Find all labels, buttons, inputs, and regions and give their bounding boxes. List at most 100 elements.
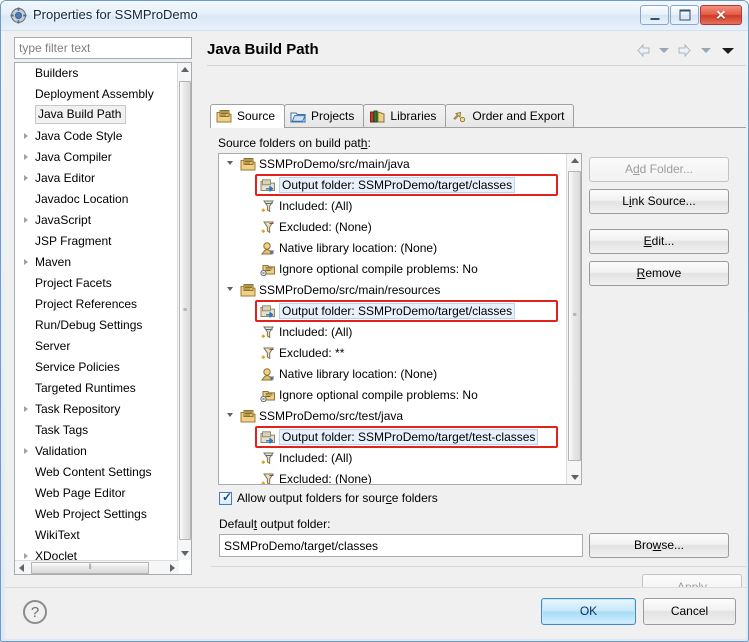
category-tree-horizontal-scrollbar[interactable]: ⦀ [15, 560, 179, 574]
sidebar-item-jsp-fragment[interactable]: JSP Fragment [15, 231, 179, 252]
default-output-label-pre: Defaul [219, 517, 254, 531]
scroll-down-icon[interactable] [181, 551, 189, 556]
sidebar-item-server[interactable]: Server [15, 336, 179, 357]
maximize-button[interactable] [670, 5, 699, 25]
filter-input[interactable] [14, 37, 192, 59]
scroll-up-icon[interactable] [570, 158, 579, 163]
sidebar-item-run-debug-settings[interactable]: Run/Debug Settings [15, 315, 179, 336]
expand-arrow-icon[interactable] [24, 553, 28, 559]
expand-arrow-icon[interactable] [24, 259, 28, 265]
sidebar-item-project-references[interactable]: Project References [15, 294, 179, 315]
default-output-folder-label: Default output folder: [219, 517, 330, 531]
expand-arrow-icon[interactable] [24, 406, 28, 412]
tree-row[interactable]: SSMProDemo/src/test/java [219, 406, 567, 427]
tree-row[interactable]: Excluded: (None) [219, 469, 567, 485]
tree-row[interactable]: Ignore optional compile problems: No [219, 259, 567, 280]
source-folders-tree[interactable]: SSMProDemo/src/main/java Output folder: S… [218, 153, 582, 485]
expand-arrow-icon[interactable] [24, 217, 28, 223]
tree-row[interactable]: Included: (All) [219, 196, 567, 217]
back-history-chevron-down-icon[interactable] [658, 48, 669, 54]
sidebar-item-web-page-editor[interactable]: Web Page Editor [15, 483, 179, 504]
tab-source[interactable]: Source [210, 104, 286, 128]
collapse-triangle-icon[interactable] [227, 413, 233, 417]
tree-row[interactable]: SSMProDemo/src/main/resources [219, 280, 567, 301]
scrollbar-thumb-h[interactable]: ⦀ [31, 562, 149, 574]
settings-category-tree[interactable]: Builders Deployment Assembly Java Build Pa… [14, 62, 192, 575]
default-output-folder-input[interactable] [219, 534, 583, 557]
sidebar-item-java-build-path[interactable]: Java Build Path [35, 105, 127, 124]
output-folder-row[interactable]: Output folder: SSMProDemo/target/classes [219, 175, 567, 196]
sidebar-item-javadoc-location[interactable]: Javadoc Location [15, 189, 179, 210]
expand-arrow-icon[interactable] [24, 154, 28, 160]
tree-row-label: Output folder: SSMProDemo/target/test-cl… [279, 429, 539, 445]
expand-arrow-icon[interactable] [24, 448, 28, 454]
sidebar-item-java-compiler[interactable]: Java Compiler [15, 147, 179, 168]
sidebar-item-deployment-assembly[interactable]: Deployment Assembly [15, 84, 179, 105]
scroll-down-icon[interactable] [570, 475, 579, 480]
sidebar-item-targeted-runtimes[interactable]: Targeted Runtimes [15, 378, 179, 399]
close-button[interactable]: ✕ [700, 5, 742, 25]
native-library-icon [260, 367, 276, 382]
forward-arrow-icon[interactable] [676, 43, 693, 58]
output-folder-icon [260, 304, 276, 319]
sidebar-item-builders[interactable]: Builders [15, 63, 179, 84]
tree-row[interactable]: Excluded: ** [219, 343, 567, 364]
sidebar-item-java-code-style[interactable]: Java Code Style [15, 126, 179, 147]
collapse-triangle-icon[interactable] [227, 287, 233, 291]
back-arrow-icon[interactable] [635, 43, 652, 58]
expand-arrow-icon[interactable] [24, 175, 28, 181]
tab-projects[interactable]: Projects [284, 104, 365, 128]
sidebar-item-label: Web Page Editor [35, 486, 126, 500]
button-label-pre: A [624, 162, 633, 176]
source-folders-vertical-scrollbar[interactable]: ≡ [566, 154, 581, 484]
scroll-up-icon[interactable] [181, 67, 189, 72]
minimize-button[interactable] [640, 5, 669, 25]
source-folder-icon [240, 283, 256, 298]
sidebar-item-project-facets[interactable]: Project Facets [15, 273, 179, 294]
category-tree-vertical-scrollbar[interactable]: ≡ [177, 63, 191, 560]
expand-arrow-icon[interactable] [24, 133, 28, 139]
link-source-button[interactable]: Link Source... [589, 189, 729, 214]
scrollbar-thumb[interactable]: ≡ [179, 81, 191, 540]
tab-order-and-export[interactable]: Order and Export [445, 104, 575, 128]
add-folder-button[interactable]: Add Folder... [589, 157, 729, 182]
tab-libraries[interactable]: Libraries [363, 104, 447, 128]
scroll-left-icon[interactable] [19, 564, 24, 572]
tree-row[interactable]: Native library location: (None) [219, 364, 567, 385]
edit-button[interactable]: Edit... [589, 229, 729, 254]
sidebar-item-web-project-settings[interactable]: Web Project Settings [15, 504, 179, 525]
scrollbar-thumb[interactable]: ≡ [568, 171, 581, 461]
page-navigation-bar [635, 43, 738, 61]
help-question-icon[interactable]: ? [23, 600, 47, 624]
button-label-mnemonic: R [636, 266, 646, 280]
sidebar-item-javascript[interactable]: JavaScript [15, 210, 179, 231]
tree-row[interactable]: Included: (All) [219, 322, 567, 343]
collapse-triangle-icon[interactable] [227, 161, 233, 165]
sidebar-item-web-content-settings[interactable]: Web Content Settings [15, 462, 179, 483]
remove-button[interactable]: Remove [589, 261, 729, 286]
tree-row-label: Excluded: (None) [279, 472, 372, 485]
tree-row[interactable]: SSMProDemo/src/main/java [219, 154, 567, 175]
cancel-button[interactable]: Cancel [643, 598, 736, 625]
sidebar-item-maven[interactable]: Maven [15, 252, 179, 273]
source-folders-label-colon: : [367, 136, 371, 150]
source-folders-list: SSMProDemo/src/main/java Output folder: S… [219, 154, 567, 485]
tree-row[interactable]: Ignore optional compile problems: No [219, 385, 567, 406]
sidebar-item-wikitext[interactable]: WikiText [15, 525, 179, 546]
tree-row[interactable]: Excluded: (None) [219, 217, 567, 238]
scroll-right-icon[interactable] [170, 564, 175, 572]
sidebar-item-service-policies[interactable]: Service Policies [15, 357, 179, 378]
sidebar-item-task-repository[interactable]: Task Repository [15, 399, 179, 420]
sidebar-item-validation[interactable]: Validation [15, 441, 179, 462]
forward-history-chevron-down-icon[interactable] [700, 48, 711, 54]
output-folder-row[interactable]: Output folder: SSMProDemo/target/test-cl… [219, 427, 567, 448]
output-folder-row[interactable]: Output folder: SSMProDemo/target/classes [219, 301, 567, 322]
browse-button[interactable]: Browse... [589, 533, 729, 558]
ok-button[interactable]: OK [541, 598, 636, 625]
sidebar-item-java-editor[interactable]: Java Editor [15, 168, 179, 189]
sidebar-item-task-tags[interactable]: Task Tags [15, 420, 179, 441]
page-menu-chevron-down-icon[interactable] [722, 47, 734, 54]
tree-row[interactable]: Included: (All) [219, 448, 567, 469]
allow-output-folders-checkbox[interactable]: ✓ [219, 490, 232, 505]
tree-row[interactable]: Native library location: (None) [219, 238, 567, 259]
